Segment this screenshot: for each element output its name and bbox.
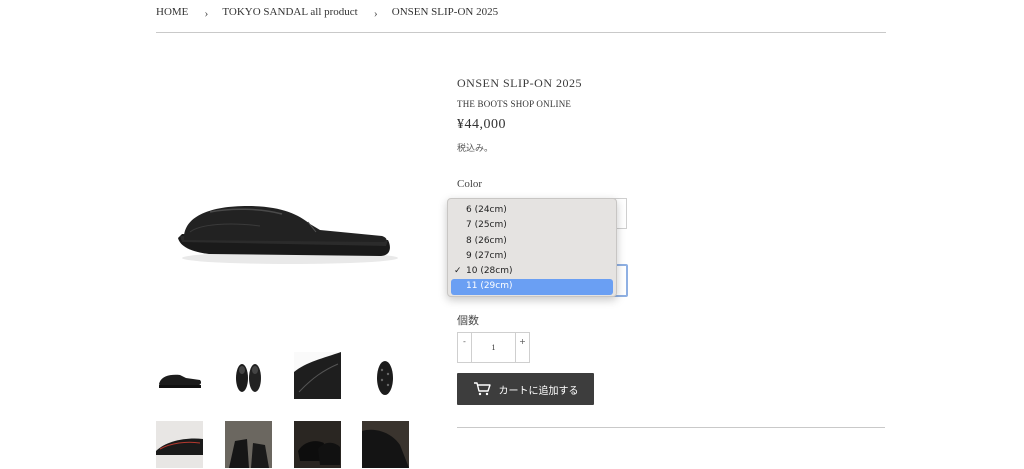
size-option-label: 7 (25cm): [466, 220, 507, 231]
quantity-stepper: - +: [457, 332, 530, 363]
size-option-label: 6 (24cm): [466, 205, 507, 215]
size-option[interactable]: 7 (25cm): [451, 218, 613, 233]
size-option-highlighted[interactable]: 11 (29cm): [451, 279, 613, 295]
breadcrumb-collection-link[interactable]: TOKYO SANDAL all product: [222, 6, 357, 18]
product-price: ¥44,000: [457, 117, 506, 132]
thumbnail-image[interactable]: [225, 421, 272, 468]
size-option[interactable]: 9 (27cm): [451, 249, 613, 264]
quantity-label: 個数: [457, 314, 479, 327]
quantity-input[interactable]: [472, 333, 515, 362]
add-to-cart-label: カートに追加する: [498, 385, 579, 397]
thumbnail-image[interactable]: [225, 356, 272, 403]
quantity-decrease-button[interactable]: -: [458, 333, 472, 362]
size-option[interactable]: 8 (26cm): [451, 234, 613, 249]
size-dropdown-menu: 6 (24cm) 7 (25cm) 8 (26cm) 9 (27cm) ✓ 10 …: [447, 198, 617, 297]
breadcrumb-current: ONSEN SLIP-ON 2025: [391, 6, 499, 18]
color-label: Color: [457, 178, 483, 190]
thumbnail-image[interactable]: [156, 356, 203, 403]
thumbnail-image[interactable]: [294, 352, 341, 399]
product-title: ONSEN SLIP-ON 2025: [457, 76, 583, 90]
thumbnail-image[interactable]: [294, 421, 341, 468]
size-option-label: 8 (26cm): [466, 235, 507, 246]
add-to-cart-button[interactable]: カートに追加する: [457, 373, 594, 405]
vendor-name: THE BOOTS SHOP ONLINE: [457, 99, 572, 109]
quantity-increase-button[interactable]: +: [515, 333, 529, 362]
tax-note: 税込み。: [457, 144, 494, 154]
size-option-label: 11 (29cm): [466, 281, 513, 292]
breadcrumb: HOME › TOKYO SANDAL all product › ONSEN …: [156, 6, 886, 33]
breadcrumb-separator: ›: [373, 6, 378, 20]
size-option[interactable]: 6 (24cm): [451, 203, 613, 218]
size-option-label: 10 (28cm): [466, 266, 513, 277]
size-option-selected[interactable]: ✓ 10 (28cm): [451, 264, 613, 279]
breadcrumb-home-link[interactable]: HOME: [156, 6, 188, 18]
thumbnail-image[interactable]: [362, 356, 409, 403]
size-option-label: 9 (27cm): [466, 250, 507, 261]
section-divider: [457, 427, 885, 428]
checkmark-icon: ✓: [454, 266, 462, 277]
thumbnail-image[interactable]: [362, 421, 409, 468]
cart-icon: [473, 382, 491, 396]
breadcrumb-separator: ›: [204, 6, 209, 20]
main-product-image[interactable]: [170, 196, 400, 271]
thumbnail-image[interactable]: [156, 421, 203, 468]
